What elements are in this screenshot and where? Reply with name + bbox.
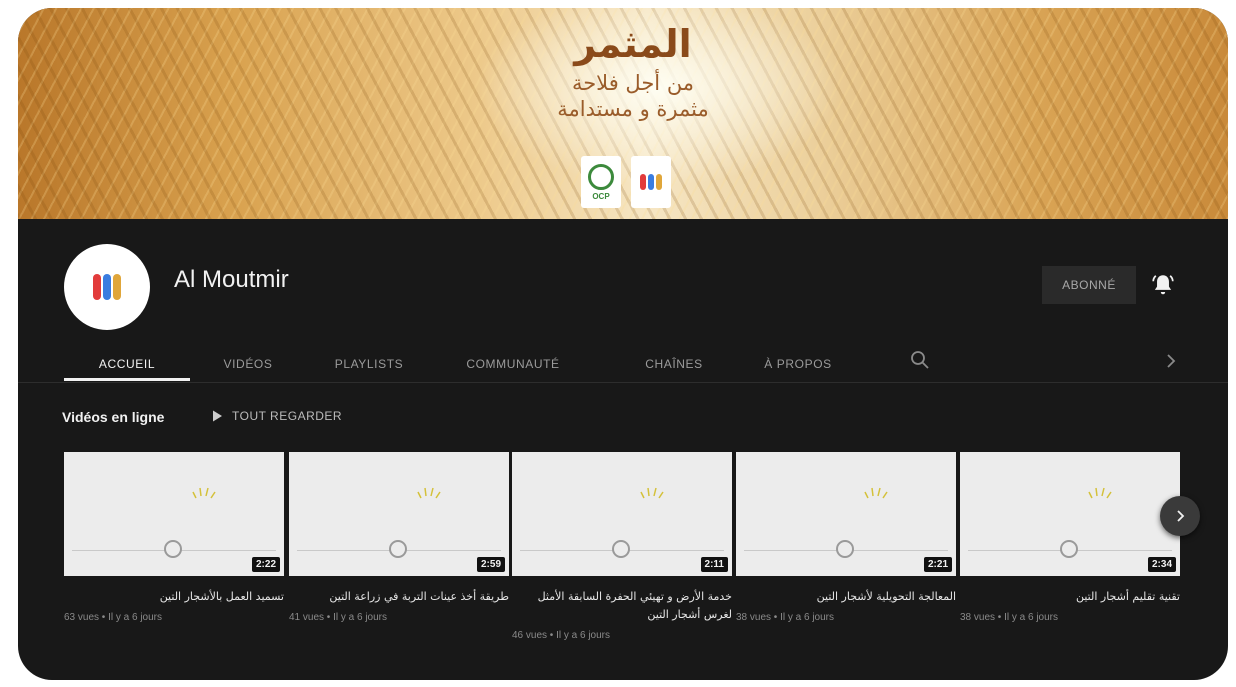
video-thumbnail[interactable]: 2:34 bbox=[960, 452, 1180, 576]
sun-rays-icon bbox=[640, 487, 664, 499]
subscribed-button[interactable]: ABONNÉ bbox=[1042, 266, 1136, 304]
video-meta: 38 vues • Il y a 6 jours bbox=[960, 612, 1058, 623]
video-card[interactable]: 2:59 طريقة أخذ عينات التربة في زراعة الت… bbox=[289, 452, 509, 623]
banner-title: المثمر bbox=[574, 22, 692, 66]
ocp-emblem-icon bbox=[588, 163, 614, 190]
audio-knob-icon bbox=[612, 540, 630, 558]
sun-rays-icon bbox=[864, 487, 888, 499]
shelf-next-button[interactable] bbox=[1160, 496, 1200, 536]
video-thumbnail[interactable]: 2:22 bbox=[64, 452, 284, 576]
moutmir-logo bbox=[631, 156, 671, 208]
thumbnail-logo bbox=[1030, 487, 1112, 522]
channel-tabs: ACCUEIL VIDÉOS PLAYLISTS COMMUNAUTÉ CHAÎ… bbox=[18, 346, 1228, 382]
video-card[interactable]: 2:34 تقنية تقليم أشجار التين 38 vues • I… bbox=[960, 452, 1180, 623]
shelf-title[interactable]: Vidéos en ligne bbox=[62, 409, 164, 425]
tab-accueil[interactable]: ACCUEIL bbox=[64, 346, 190, 382]
sun-rays-icon bbox=[192, 487, 216, 499]
video-title[interactable]: خدمة الأرض و تهيئي الحفرة السابقة الأمثل… bbox=[512, 588, 732, 624]
video-card[interactable]: 2:11 خدمة الأرض و تهيئي الحفرة السابقة ا… bbox=[512, 452, 732, 641]
moutmir-logo-icon bbox=[640, 174, 662, 190]
play-all-label: TOUT REGARDER bbox=[232, 409, 343, 423]
search-icon[interactable] bbox=[908, 346, 932, 374]
banner-line-1: من أجل فلاحة bbox=[571, 71, 695, 95]
video-title[interactable]: المعالجة التحويلية لأشجار التين bbox=[736, 588, 956, 606]
channel-banner: المثمر من أجل فلاحة مثمرة و مستدامة OCP bbox=[18, 8, 1228, 219]
audio-knob-icon bbox=[389, 540, 407, 558]
banner-line-2: مثمرة و مستدامة bbox=[557, 97, 709, 121]
audio-knob-icon bbox=[836, 540, 854, 558]
audio-knob-icon bbox=[164, 540, 182, 558]
avatar-logo-icon bbox=[93, 274, 121, 300]
banner-text: المثمر من أجل فلاحة مثمرة و مستدامة bbox=[488, 16, 778, 122]
banner-logos: OCP bbox=[581, 156, 671, 208]
video-duration: 2:21 bbox=[923, 557, 952, 572]
ocp-logo-text: OCP bbox=[592, 191, 610, 201]
channel-name: Al Moutmir bbox=[174, 266, 289, 293]
thumbnail-logo bbox=[134, 487, 216, 522]
play-icon bbox=[213, 410, 222, 422]
channel-avatar[interactable] bbox=[64, 244, 150, 330]
tabs-divider bbox=[18, 382, 1228, 383]
tab-a-propos[interactable]: À PROPOS bbox=[748, 346, 848, 382]
video-duration: 2:11 bbox=[700, 557, 728, 572]
sun-rays-icon bbox=[1088, 487, 1112, 499]
video-thumbnail[interactable]: 2:21 bbox=[736, 452, 956, 576]
sun-rays-icon bbox=[417, 487, 441, 499]
chevron-right-icon bbox=[1177, 510, 1185, 522]
thumbnail-logo bbox=[582, 487, 664, 522]
tab-chaines[interactable]: CHAÎNES bbox=[624, 346, 724, 382]
video-duration: 2:34 bbox=[1147, 557, 1176, 572]
video-title[interactable]: تقنية تقليم أشجار التين bbox=[960, 588, 1180, 606]
chevron-right-icon[interactable] bbox=[1163, 351, 1179, 371]
video-thumbnail[interactable]: 2:59 bbox=[289, 452, 509, 576]
bell-icon[interactable] bbox=[1150, 272, 1176, 298]
video-title[interactable]: تسميد العمل بالأشجار التين bbox=[64, 588, 284, 606]
video-meta: 46 vues • Il y a 6 jours bbox=[512, 630, 610, 641]
video-meta: 41 vues • Il y a 6 jours bbox=[289, 612, 387, 623]
play-all-button[interactable]: TOUT REGARDER bbox=[210, 409, 342, 423]
thumbnail-logo bbox=[359, 487, 441, 522]
tab-videos[interactable]: VIDÉOS bbox=[198, 346, 298, 382]
audio-knob-icon bbox=[1060, 540, 1078, 558]
video-card[interactable]: 2:22 تسميد العمل بالأشجار التين 63 vues … bbox=[64, 452, 284, 623]
video-meta: 63 vues • Il y a 6 jours bbox=[64, 612, 162, 623]
video-card[interactable]: 2:21 المعالجة التحويلية لأشجار التين 38 … bbox=[736, 452, 956, 623]
ocp-logo: OCP bbox=[581, 156, 621, 208]
channel-page: المثمر من أجل فلاحة مثمرة و مستدامة OCP bbox=[18, 8, 1228, 680]
tab-communaute[interactable]: COMMUNAUTÉ bbox=[448, 346, 578, 382]
thumbnail-logo bbox=[806, 487, 888, 522]
tab-playlists[interactable]: PLAYLISTS bbox=[314, 346, 424, 382]
video-duration: 2:59 bbox=[476, 557, 505, 572]
video-duration: 2:22 bbox=[251, 557, 280, 572]
active-tab-indicator bbox=[64, 378, 190, 381]
video-title[interactable]: طريقة أخذ عينات التربة في زراعة التين bbox=[289, 588, 509, 606]
video-meta: 38 vues • Il y a 6 jours bbox=[736, 612, 834, 623]
video-thumbnail[interactable]: 2:11 bbox=[512, 452, 732, 576]
